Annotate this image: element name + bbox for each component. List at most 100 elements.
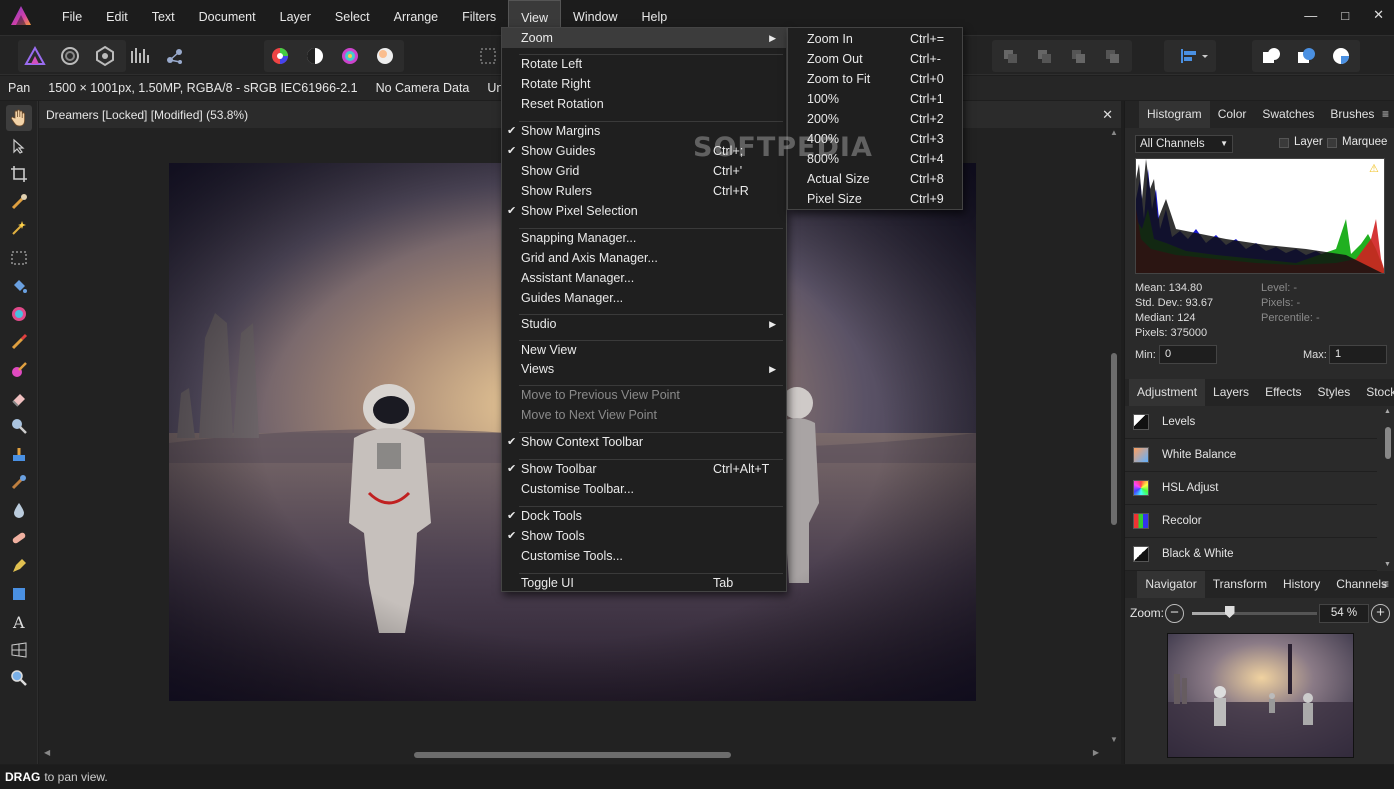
menu-document[interactable]: Document bbox=[187, 0, 268, 35]
adjustment-scroll-thumb[interactable] bbox=[1385, 427, 1391, 459]
zoom-slider-knob[interactable] bbox=[1224, 606, 1235, 618]
menu-select[interactable]: Select bbox=[323, 0, 382, 35]
panel-menu-icon[interactable]: ≡ bbox=[1382, 571, 1389, 598]
tab-stock[interactable]: Stock bbox=[1358, 379, 1394, 406]
zoom-in-icon[interactable]: + bbox=[1371, 604, 1390, 623]
view-menu-item-dock-tools[interactable]: ✔ Dock Tools bbox=[502, 506, 786, 526]
view-menu-item-guides-manager[interactable]: Guides Manager... bbox=[502, 288, 786, 308]
add-operation-icon[interactable] bbox=[1257, 42, 1285, 70]
zoom-menu-item-actual-size[interactable]: Actual Size Ctrl+8 bbox=[788, 169, 962, 189]
marquee-checkbox[interactable] bbox=[1327, 138, 1337, 148]
zoom-menu-item-100[interactable]: 100% Ctrl+1 bbox=[788, 89, 962, 109]
text-tool-icon[interactable]: A bbox=[6, 609, 32, 635]
tab-histogram[interactable]: Histogram bbox=[1139, 101, 1210, 128]
view-menu-item-show-toolbar[interactable]: ✔ Show Toolbar Ctrl+Alt+T bbox=[502, 459, 786, 479]
view-menu-item-new-view[interactable]: New View bbox=[502, 340, 786, 360]
adjustment-black-white[interactable]: Black & White bbox=[1125, 538, 1377, 571]
pen-tool-icon[interactable] bbox=[6, 553, 32, 579]
maximize-button[interactable]: □ bbox=[1341, 8, 1349, 23]
scroll-down-icon[interactable]: ▼ bbox=[1384, 561, 1391, 568]
adjustment-scrollbar[interactable]: ▲ ▼ bbox=[1384, 408, 1392, 568]
marquee-tool-icon[interactable] bbox=[6, 245, 32, 271]
tab-layers[interactable]: Layers bbox=[1205, 379, 1257, 406]
menu-edit[interactable]: Edit bbox=[94, 0, 140, 35]
scroll-right-icon[interactable]: ▶ bbox=[1093, 748, 1099, 757]
color-picker-icon[interactable] bbox=[6, 301, 32, 327]
scroll-up-icon[interactable]: ▲ bbox=[1110, 128, 1118, 137]
liquify-persona-icon[interactable] bbox=[56, 42, 84, 70]
view-menu-item-views[interactable]: Views ▶ bbox=[502, 359, 786, 379]
view-menu-item-show-tools[interactable]: ✔ Show Tools bbox=[502, 526, 786, 546]
menu-text[interactable]: Text bbox=[140, 0, 187, 35]
view-menu-item-customise-toolbar[interactable]: Customise Toolbar... bbox=[502, 479, 786, 499]
panel-menu-icon[interactable]: ≡ bbox=[1382, 101, 1389, 128]
menu-filters[interactable]: Filters bbox=[450, 0, 508, 35]
tab-navigator[interactable]: Navigator bbox=[1137, 571, 1205, 598]
move-front-icon[interactable] bbox=[1098, 42, 1126, 70]
view-menu-item-reset-rotation[interactable]: Reset Rotation bbox=[502, 94, 786, 114]
zoom-menu-item-pixel-size[interactable]: Pixel Size Ctrl+9 bbox=[788, 189, 962, 209]
dodge-brush-icon[interactable] bbox=[6, 413, 32, 439]
zoom-out-icon[interactable]: − bbox=[1165, 604, 1184, 623]
tab-transform[interactable]: Transform bbox=[1205, 571, 1275, 598]
adjustment-recolor[interactable]: Recolor bbox=[1125, 505, 1377, 538]
menu-arrange[interactable]: Arrange bbox=[382, 0, 450, 35]
navigator-thumbnail[interactable] bbox=[1167, 633, 1354, 758]
affinity-photo-logo-icon[interactable] bbox=[8, 3, 38, 33]
align-icon[interactable] bbox=[1176, 42, 1212, 70]
minimize-button[interactable]: — bbox=[1304, 8, 1317, 23]
mesh-warp-icon[interactable] bbox=[6, 637, 32, 663]
tab-adjustment[interactable]: Adjustment bbox=[1129, 379, 1206, 406]
zoom-menu-item-zoom-out[interactable]: Zoom Out Ctrl+- bbox=[788, 49, 962, 69]
tab-history[interactable]: History bbox=[1275, 571, 1328, 598]
adjustment-hsl[interactable]: HSL Adjust bbox=[1125, 472, 1377, 505]
zoom-tool-icon[interactable] bbox=[6, 665, 32, 691]
color-replacement-icon[interactable] bbox=[6, 357, 32, 383]
tab-color[interactable]: Color bbox=[1210, 101, 1255, 128]
blur-brush-icon[interactable] bbox=[6, 497, 32, 523]
close-document-button[interactable]: ✕ bbox=[1102, 107, 1113, 123]
view-menu-item-grid-and-axis-manager[interactable]: Grid and Axis Manager... bbox=[502, 248, 786, 268]
auto-colors-icon[interactable] bbox=[336, 42, 364, 70]
view-menu-item-move-to-next-view-point[interactable]: Move to Next View Point bbox=[502, 405, 786, 425]
adjustment-levels[interactable]: Levels bbox=[1125, 406, 1377, 439]
scroll-left-icon[interactable]: ◀ bbox=[44, 748, 50, 757]
develop-persona-icon[interactable] bbox=[91, 42, 119, 70]
horizontal-scrollbar[interactable]: ◀ ▶ bbox=[39, 746, 1121, 764]
smudge-brush-icon[interactable] bbox=[6, 469, 32, 495]
auto-levels-icon[interactable] bbox=[266, 42, 294, 70]
view-menu-item-zoom[interactable]: Zoom ▶ bbox=[502, 28, 786, 48]
move-forward-icon[interactable] bbox=[1064, 42, 1092, 70]
view-menu-item-studio[interactable]: Studio ▶ bbox=[502, 314, 786, 334]
scroll-up-icon[interactable]: ▲ bbox=[1384, 408, 1391, 415]
erase-brush-icon[interactable] bbox=[6, 385, 32, 411]
move-back-icon[interactable] bbox=[996, 42, 1024, 70]
horizontal-scroll-thumb[interactable] bbox=[414, 752, 731, 758]
panel-grip-icon[interactable] bbox=[1129, 571, 1137, 598]
move-backward-icon[interactable] bbox=[1030, 42, 1058, 70]
layer-checkbox[interactable] bbox=[1279, 138, 1289, 148]
menu-file[interactable]: File bbox=[50, 0, 94, 35]
zoom-menu-item-zoom-in[interactable]: Zoom In Ctrl+= bbox=[788, 29, 962, 49]
view-menu-item-show-pixel-selection[interactable]: ✔ Show Pixel Selection bbox=[502, 201, 786, 221]
view-menu-item-show-grid[interactable]: Show Grid Ctrl+' bbox=[502, 161, 786, 181]
channel-dropdown[interactable]: All Channels ▼ bbox=[1135, 135, 1233, 153]
flood-select-icon[interactable] bbox=[6, 215, 32, 241]
view-menu-item-show-context-toolbar[interactable]: ✔ Show Context Toolbar bbox=[502, 432, 786, 452]
clone-brush-icon[interactable] bbox=[6, 441, 32, 467]
selection-brush-icon[interactable] bbox=[6, 189, 32, 215]
zoom-menu-item-200[interactable]: 200% Ctrl+2 bbox=[788, 109, 962, 129]
move-tool-icon[interactable] bbox=[6, 133, 32, 159]
view-menu-item-toggle-ui[interactable]: Toggle UI Tab bbox=[502, 573, 786, 593]
tab-effects[interactable]: Effects bbox=[1257, 379, 1309, 406]
tab-brushes[interactable]: Brushes bbox=[1322, 101, 1382, 128]
vertical-scrollbar[interactable]: ▲ ▼ bbox=[1109, 128, 1119, 746]
view-menu-item-snapping-manager[interactable]: Snapping Manager... bbox=[502, 228, 786, 248]
vertical-scroll-thumb[interactable] bbox=[1111, 353, 1117, 525]
zoom-value-field[interactable]: 54 % bbox=[1319, 604, 1369, 623]
selection-mode-icon[interactable] bbox=[474, 42, 502, 70]
max-field[interactable]: 1 bbox=[1329, 345, 1387, 364]
tone-mapping-persona-icon[interactable] bbox=[126, 42, 154, 70]
paint-brush-icon[interactable] bbox=[6, 329, 32, 355]
photo-persona-icon[interactable] bbox=[21, 42, 49, 70]
